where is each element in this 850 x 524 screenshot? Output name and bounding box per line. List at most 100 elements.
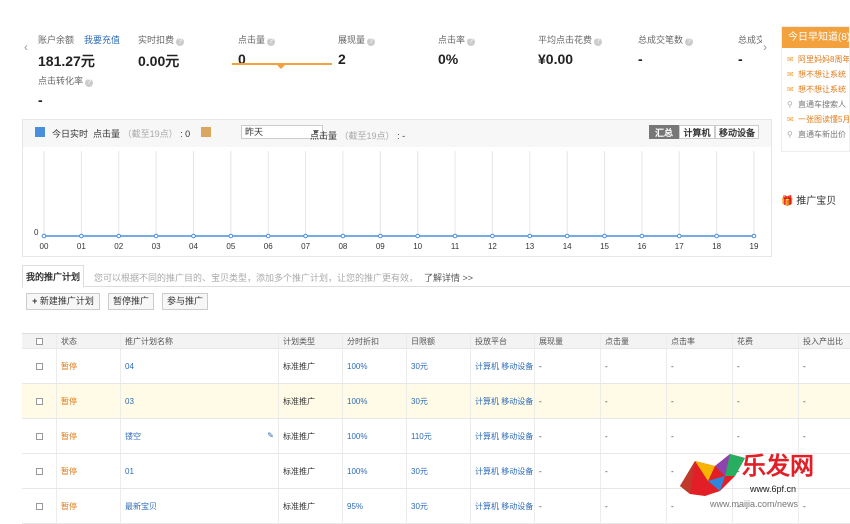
cell-platform[interactable]: 计算机 移动设备 [475,361,533,372]
table-cell: 03 [120,384,278,418]
cell-limit[interactable]: 110元 [411,431,432,442]
metric-ctr[interactable]: 点击率? 0% [438,33,476,67]
cell-discount[interactable]: 100% [347,362,367,371]
learn-more-link[interactable]: 了解详情 >> [424,273,473,283]
news-item[interactable]: ✉ 一张图读懂5月 [782,112,849,127]
pause-button[interactable]: 暂停推广 [108,293,154,310]
cell-platform[interactable]: 计算机 移动设备 [475,431,533,442]
cell-type: 标准推广 [283,361,315,371]
cell-name[interactable]: 04 [125,362,134,371]
checkbox-icon[interactable] [35,502,43,510]
cell-name[interactable]: 最新宝贝 [125,501,157,512]
table-cell: 计算机 移动设备 [470,454,534,488]
metric-total-amount[interactable]: 总成交 - [738,33,762,67]
help-icon[interactable]: ? [176,38,185,46]
news-item[interactable]: ✉ 阿里妈妈8周年 [782,52,849,67]
row-checkbox[interactable] [22,349,56,383]
select-all-checkbox[interactable] [22,334,56,348]
data-point[interactable] [378,233,383,239]
news-item[interactable]: ✉ 想不想让系统 [782,67,849,82]
cell-name[interactable]: 01 [125,467,134,476]
row-checkbox[interactable] [22,384,56,418]
promote-item-link[interactable]: 🎁 推广宝贝 [781,192,836,207]
checkbox-icon[interactable] [35,362,43,370]
data-point[interactable] [714,233,719,239]
mail-icon: ✉ [787,70,794,79]
cell-discount[interactable]: 100% [347,397,367,406]
metric-impressions[interactable]: 展现量? 2 [338,33,376,67]
cell-limit[interactable]: 30元 [411,501,428,512]
checkbox-icon[interactable] [35,432,43,440]
table-cell: - [798,384,850,418]
row-checkbox[interactable] [22,419,56,453]
data-point[interactable] [527,233,533,239]
help-icon[interactable]: ? [467,38,476,46]
help-icon[interactable]: ? [594,38,603,46]
plan-tabs: 我的推广计划 您可以根据不同的推广目的、宝贝类型，添加多个推广计划，让您的推广更… [22,265,850,288]
data-point[interactable] [228,233,234,239]
data-point[interactable] [79,233,84,239]
help-icon[interactable]: ? [367,38,376,46]
news-item[interactable]: ✉ 想不想让系统 [782,82,849,97]
data-point[interactable] [41,233,47,239]
metric-clicks[interactable]: 点击量? 0 [238,33,276,67]
cell-type: 标准推广 [283,501,315,511]
cell-limit[interactable]: 30元 [411,396,428,407]
help-icon[interactable]: ? [267,38,276,46]
checkbox-icon[interactable] [35,337,43,345]
data-point[interactable] [340,233,346,239]
data-point[interactable] [490,233,495,239]
cell-discount[interactable]: 100% [347,467,367,476]
segment-summary[interactable]: 汇总 [649,125,679,139]
cell-name[interactable]: 镂空 [125,431,141,442]
data-point[interactable] [265,233,271,239]
cell-limit[interactable]: 30元 [411,361,428,372]
data-point[interactable] [751,233,757,239]
tab-my-plans[interactable]: 我的推广计划 [22,265,84,288]
data-point[interactable] [639,233,645,239]
table-row[interactable]: 暂停 03 标准推广 100% 30元 计算机 移动设备 - - - - - [22,384,850,419]
row-checkbox[interactable] [22,489,56,523]
metric-avg-cpc[interactable]: 平均点击花费? ¥0.00 [538,33,603,67]
segment-mobile[interactable]: 移动设备 [715,125,759,139]
edit-pencil-icon[interactable]: ✎ [267,431,274,440]
table-row[interactable]: 暂停 04 标准推广 100% 30元 计算机 移动设备 - - - - - [22,349,850,384]
segment-computer[interactable]: 计算机 [679,125,715,139]
help-icon[interactable]: ? [85,79,94,87]
data-point[interactable] [602,233,607,239]
news-item[interactable]: ⚲ 直通车新出价 [782,127,849,142]
data-point[interactable] [153,233,159,239]
join-button[interactable]: 参与推广 [162,293,208,310]
cell-limit[interactable]: 30元 [411,466,428,477]
cell-impr: - [539,396,542,406]
cell-platform[interactable]: 计算机 移动设备 [475,396,533,407]
prev-arrow-icon[interactable]: ‹ [24,40,28,54]
metric-total-orders[interactable]: 总成交笔数? - [638,33,694,67]
table-cell: 暂停 [56,489,120,523]
data-point[interactable] [116,233,122,239]
cell-discount[interactable]: 100% [347,432,367,441]
table-cell: 计算机 移动设备 [470,349,534,383]
data-point[interactable] [303,233,308,239]
metric-conversion-rate[interactable]: 点击转化率? - [38,74,94,108]
cell-name[interactable]: 03 [125,397,134,406]
watermark-source: www.maijia.com/news [710,499,799,509]
cell-platform[interactable]: 计算机 移动设备 [475,501,533,512]
cell-platform[interactable]: 计算机 移动设备 [475,466,533,477]
help-icon[interactable]: ? [685,38,694,46]
new-plan-button[interactable]: + 新建推广计划 [26,293,100,310]
checkbox-icon[interactable] [35,397,43,405]
checkbox-icon[interactable] [35,467,43,475]
row-checkbox[interactable] [22,454,56,488]
recharge-link[interactable]: 我要充值 [84,35,120,45]
cell-discount[interactable]: 95% [347,502,363,511]
data-point[interactable] [415,233,420,239]
column-header: 状态 [56,334,120,348]
data-point[interactable] [191,233,196,239]
news-item[interactable]: ⚲ 直通车搜索人 [782,97,849,112]
data-point[interactable] [452,233,458,239]
column-header: 计划类型 [278,334,342,348]
data-point[interactable] [676,233,682,239]
data-point[interactable] [564,233,570,239]
next-arrow-icon[interactable]: › [763,40,767,54]
